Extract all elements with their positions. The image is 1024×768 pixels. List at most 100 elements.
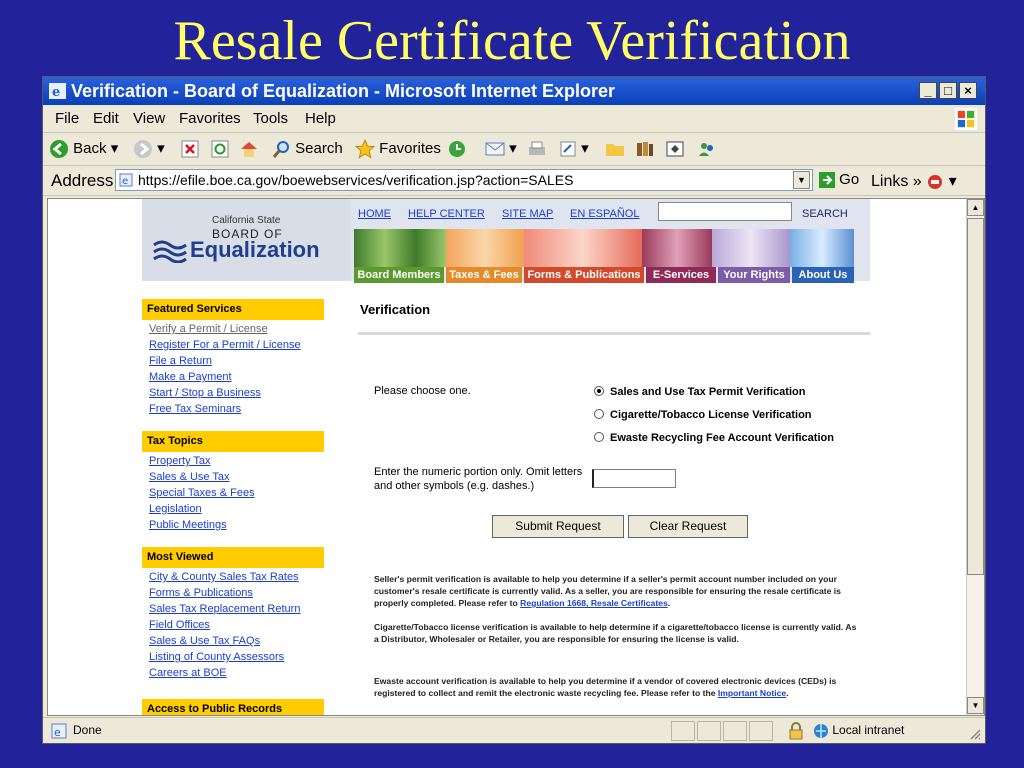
forward-button[interactable]: ▾ (133, 139, 165, 159)
sidebar-link-seminars[interactable]: Free Tax Seminars (149, 403, 241, 415)
radio-label-cigarette[interactable]: Cigarette/Tobacco License Verification (610, 409, 812, 421)
edit-button[interactable]: ▾ (559, 139, 589, 159)
sidebar-link-business[interactable]: Start / Stop a Business (149, 387, 261, 399)
search-field[interactable] (658, 202, 792, 221)
sidebar-link-sales-use[interactable]: Sales & Use Tax (149, 471, 230, 483)
favorites-button[interactable]: Favorites (354, 138, 441, 159)
vertical-scrollbar[interactable]: ▲ ▼ (966, 199, 984, 715)
espanol-link[interactable]: EN ESPAÑOL (570, 208, 640, 220)
close-button[interactable]: × (959, 82, 977, 99)
public-records-heading[interactable]: Access to Public Records (142, 699, 324, 715)
boe-logo[interactable]: California State BOARD OF Equalization (142, 199, 350, 281)
regulation-1668-link[interactable]: Regulation 1668, Resale Certificates (520, 598, 668, 608)
status-panel (671, 721, 695, 741)
scroll-up-button[interactable]: ▲ (967, 199, 984, 216)
menu-tools[interactable]: Tools (253, 110, 288, 127)
tab-your-rights[interactable]: Your Rights (718, 267, 790, 283)
tab-forms-publications[interactable]: Forms & Publications (524, 267, 644, 283)
sidebar-link-assessors[interactable]: Listing of County Assessors (149, 651, 284, 663)
address-bar: Address e https://efile.boe.ca.gov/boewe… (43, 166, 985, 196)
history-button[interactable] (447, 139, 467, 159)
site-map-link[interactable]: SITE MAP (502, 208, 553, 220)
help-center-link[interactable]: HELP CENTER (408, 208, 485, 220)
board-members-photo (354, 229, 446, 267)
resize-grip-icon[interactable] (969, 728, 981, 740)
search-link[interactable]: SEARCH (802, 208, 848, 220)
important-notice-link[interactable]: Important Notice (718, 688, 786, 698)
sidebar-link-register[interactable]: Register For a Permit / License (149, 339, 301, 351)
sidebar-link-replacement-return[interactable]: Sales Tax Replacement Return (149, 603, 300, 615)
links-button[interactable]: Links » ▾ (871, 171, 957, 191)
status-panel (749, 721, 773, 741)
messenger-button[interactable] (665, 139, 685, 159)
menu-file[interactable]: File (55, 110, 79, 127)
refresh-icon (211, 140, 229, 158)
sidebar-link-special-taxes[interactable]: Special Taxes & Fees (149, 487, 255, 499)
sidebar-link-tax-rates[interactable]: City & County Sales Tax Rates (149, 571, 299, 583)
search-button[interactable]: Search (271, 139, 343, 159)
verification-heading: Verification (360, 302, 431, 317)
folder-button[interactable] (605, 139, 625, 159)
lock-icon (789, 722, 803, 740)
stop-icon (181, 140, 199, 158)
menu-help[interactable]: Help (305, 110, 336, 127)
edit-icon (560, 141, 576, 157)
tab-about-us[interactable]: About Us (792, 267, 854, 283)
address-input[interactable]: e https://efile.boe.ca.gov/boewebservice… (115, 169, 813, 191)
radio-cigarette[interactable] (594, 409, 604, 419)
page-icon: e (119, 173, 133, 187)
print-icon (529, 141, 545, 156)
sidebar-link-careers[interactable]: Careers at BOE (149, 667, 227, 679)
sidebar-link-property-tax[interactable]: Property Tax (149, 455, 211, 467)
maximize-button[interactable]: □ (939, 82, 957, 99)
home-button[interactable] (239, 139, 259, 159)
back-button[interactable]: Back ▾ (49, 139, 118, 159)
number-hint: Enter the numeric portion only. Omit let… (374, 466, 583, 492)
menu-view[interactable]: View (133, 110, 165, 127)
sidebar-link-meetings[interactable]: Public Meetings (149, 519, 227, 531)
mail-button[interactable]: ▾ (485, 139, 517, 159)
minimize-button[interactable]: _ (919, 82, 937, 99)
research-button[interactable] (635, 139, 655, 159)
tab-taxes-fees[interactable]: Taxes & Fees (446, 267, 522, 283)
stop-button[interactable] (181, 139, 199, 159)
sidebar-link-file-return[interactable]: File a Return (149, 355, 212, 367)
radio-sales-use[interactable] (594, 386, 604, 396)
mail-icon (485, 142, 505, 156)
ie-menu-bar: File Edit View Favorites Tools Help (43, 105, 985, 133)
menu-edit[interactable]: Edit (93, 110, 119, 127)
go-button[interactable]: Go (819, 171, 859, 189)
tab-board-members[interactable]: Board Members (354, 267, 444, 283)
svg-text:e: e (54, 726, 61, 739)
title-bar[interactable]: e Verification - Board of Equalization -… (43, 77, 985, 105)
account-number-input[interactable] (592, 469, 676, 488)
forward-arrow-icon (134, 140, 152, 159)
home-link[interactable]: HOME (358, 208, 391, 220)
address-url: https://efile.boe.ca.gov/boewebservices/… (138, 172, 574, 188)
clear-request-button[interactable]: Clear Request (628, 515, 748, 538)
scroll-thumb[interactable] (967, 218, 984, 575)
sidebar-link-verify[interactable]: Verify a Permit / License (149, 323, 268, 335)
sidebar-link-forms[interactable]: Forms & Publications (149, 587, 253, 599)
radio-ewaste[interactable] (594, 432, 604, 442)
window-title: Verification - Board of Equalization - M… (71, 81, 616, 101)
scroll-down-button[interactable]: ▼ (967, 697, 984, 714)
status-panel (697, 721, 721, 741)
address-dropdown-button[interactable]: ▼ (793, 171, 810, 189)
radio-label-sales-use[interactable]: Sales and Use Tax Permit Verification (610, 386, 805, 398)
sidebar-link-field-offices[interactable]: Field Offices (149, 619, 210, 631)
star-icon (354, 138, 376, 159)
sidebar-link-faqs[interactable]: Sales & Use Tax FAQs (149, 635, 260, 647)
people-button[interactable] (697, 139, 717, 159)
sidebar-link-payment[interactable]: Make a Payment (149, 371, 232, 383)
folder-icon (606, 144, 624, 157)
submit-request-button[interactable]: Submit Request (492, 515, 624, 538)
print-button[interactable] (527, 139, 547, 159)
radio-label-ewaste[interactable]: Ewaste Recycling Fee Account Verificatio… (610, 432, 834, 444)
svg-text:e: e (122, 176, 128, 187)
home-icon (241, 142, 257, 158)
menu-favorites[interactable]: Favorites (179, 110, 241, 127)
tab-eservices[interactable]: E-Services (646, 267, 716, 283)
sidebar-link-legislation[interactable]: Legislation (149, 503, 202, 515)
refresh-button[interactable] (211, 139, 229, 159)
